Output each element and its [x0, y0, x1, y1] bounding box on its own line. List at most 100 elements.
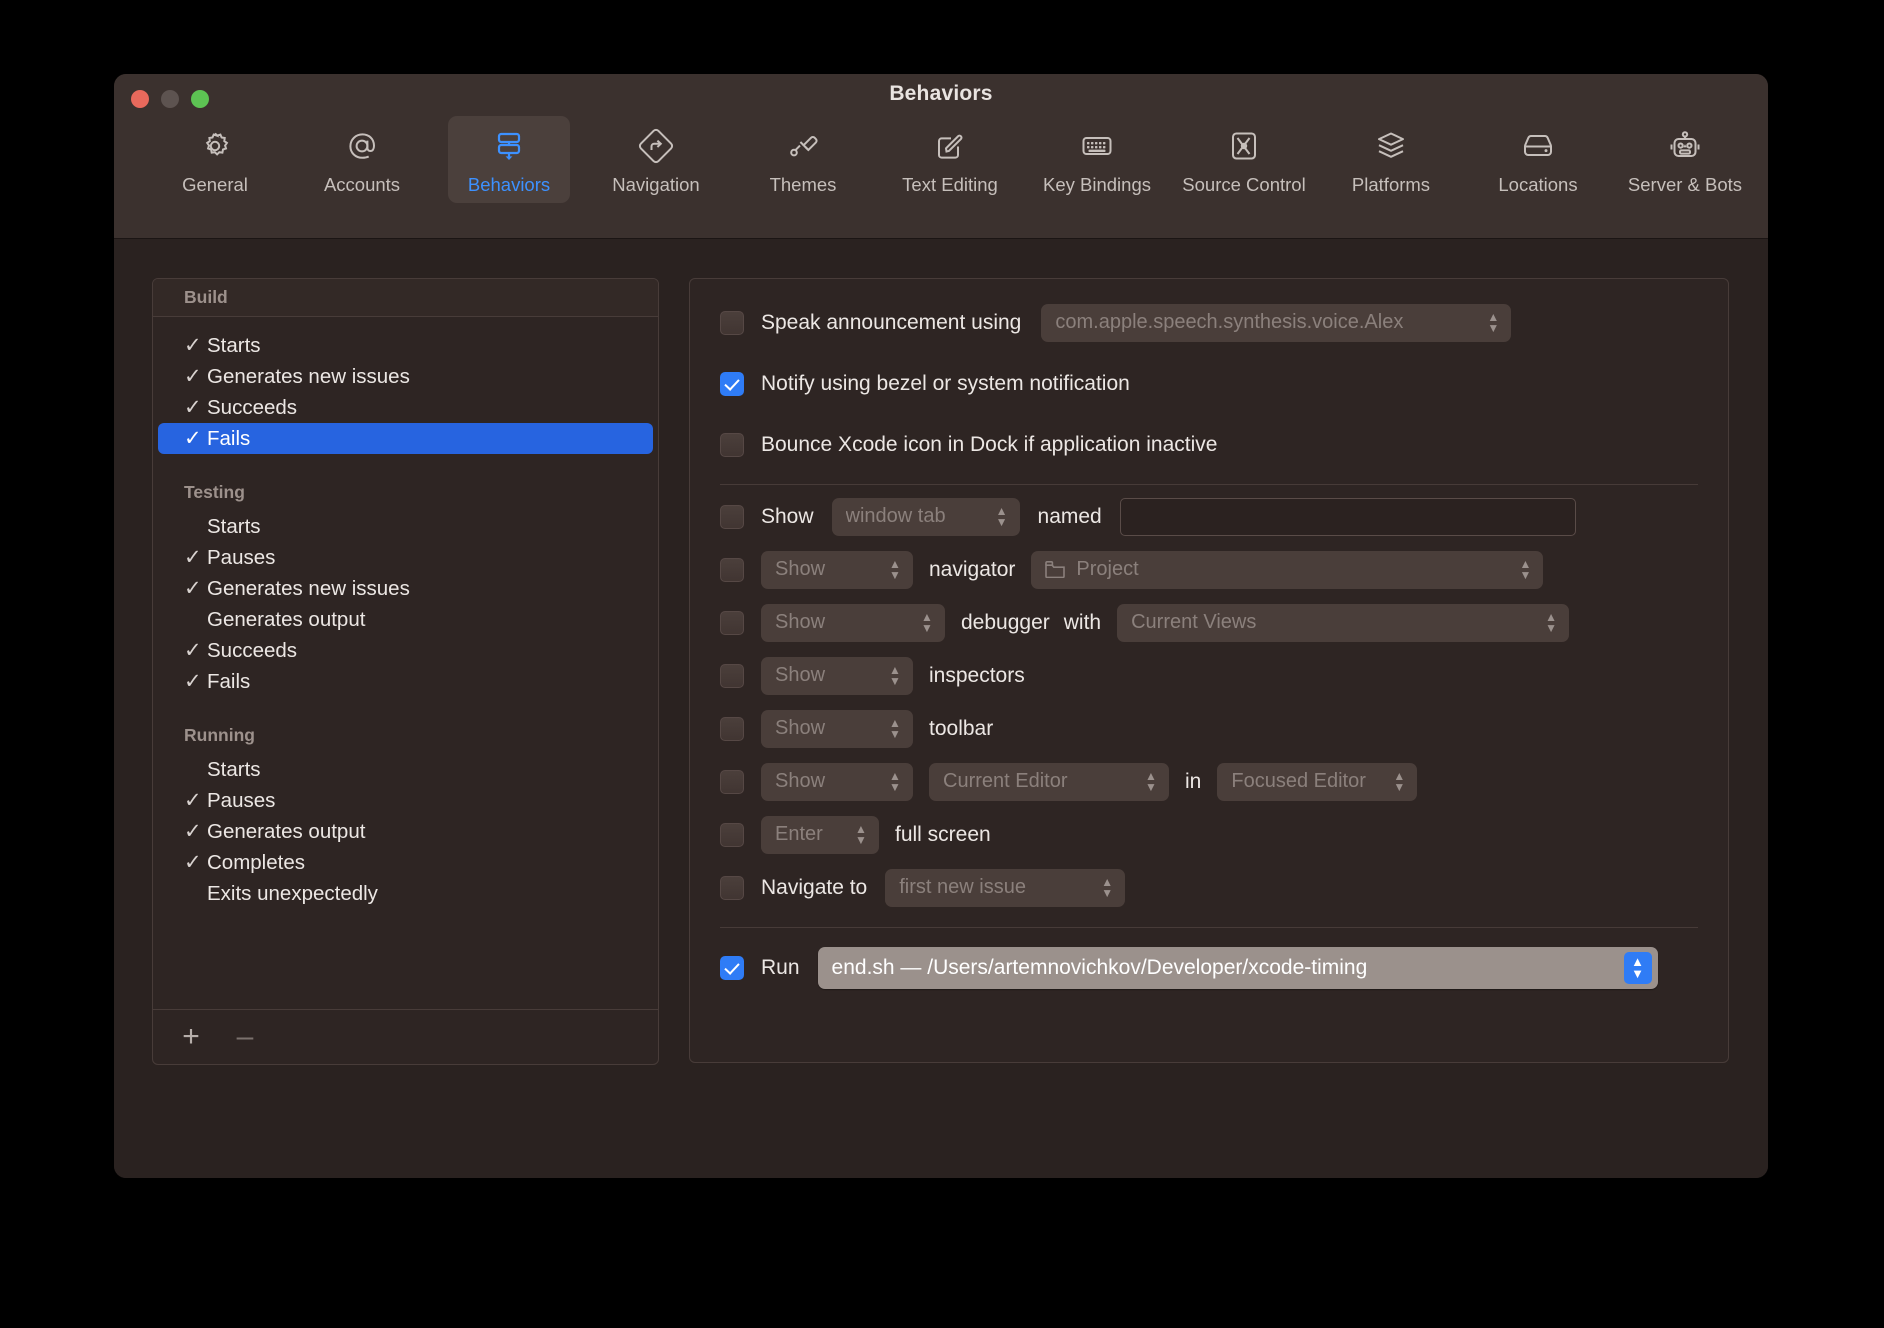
- window-tab-popup-value: window tab: [845, 505, 946, 527]
- chevron-updown-icon: ▲ ▼: [995, 503, 1008, 529]
- tab-label: Platforms: [1351, 174, 1431, 195]
- checkmark-icon: ✓: [184, 546, 202, 569]
- list-item[interactable]: ✓ Fails: [158, 666, 653, 697]
- chevron-updown-icon: ▲ ▼: [889, 715, 901, 741]
- preferences-window: Behaviors General Accounts Behaviors Nav…: [114, 74, 1768, 1178]
- navigator-label: navigator: [929, 557, 1016, 581]
- toolbar-label: toolbar: [929, 716, 994, 740]
- window-toolbar: Behaviors General Accounts Behaviors Nav…: [114, 74, 1768, 239]
- window-tab-popup[interactable]: window tab ▲ ▼: [831, 497, 1020, 536]
- debugger-action-popup[interactable]: Show ▲ ▼: [761, 603, 945, 642]
- list-item[interactable]: Exits unexpectedly: [158, 878, 653, 909]
- remove-behavior-button[interactable]: –: [225, 1017, 265, 1057]
- show-inspectors-checkbox[interactable]: [720, 663, 744, 688]
- run-script-popup[interactable]: end.sh — /Users/artemnovichkov/Developer…: [817, 946, 1658, 989]
- toolbar-action-value: Show: [775, 717, 826, 739]
- debugger-views-popup[interactable]: Current Views ▲ ▼: [1117, 603, 1570, 642]
- tab-themes[interactable]: Themes: [742, 116, 864, 203]
- list-item[interactable]: ✓ Pauses: [158, 542, 653, 573]
- notify-bezel-checkbox[interactable]: [720, 371, 744, 396]
- row-show-navigator: Show ▲ ▼ navigator Project ▲ ▼: [720, 548, 1698, 591]
- behaviors-list-scroll[interactable]: ✓ Starts ✓ Generates new issues ✓ Succee…: [153, 317, 658, 1009]
- list-item-label: Starts: [207, 514, 261, 538]
- tab-key-bindings[interactable]: Key Bindings: [1036, 116, 1158, 203]
- tab-locations[interactable]: Locations: [1477, 116, 1599, 203]
- editor-action-popup[interactable]: Show ▲ ▼: [761, 762, 913, 801]
- speak-announcement-label: Speak announcement using: [761, 310, 1022, 334]
- list-item-label: Generates output: [207, 607, 366, 631]
- hard-drive-icon: [1516, 125, 1560, 167]
- full-screen-checkbox[interactable]: [720, 822, 744, 847]
- list-item[interactable]: ✓ Succeeds: [158, 392, 653, 423]
- voice-popup-value: com.apple.speech.synthesis.voice.Alex: [1055, 311, 1404, 333]
- show-editor-checkbox[interactable]: [720, 769, 744, 794]
- checkmark-icon: ✓: [184, 396, 202, 419]
- add-behavior-button[interactable]: +: [171, 1017, 211, 1057]
- toolbar-action-popup[interactable]: Show ▲ ▼: [761, 709, 913, 748]
- list-item[interactable]: ✓ Starts: [158, 330, 653, 361]
- tab-general[interactable]: General: [154, 116, 276, 203]
- list-group-title-testing: Testing: [184, 482, 245, 502]
- tab-accounts[interactable]: Accounts: [301, 116, 423, 203]
- show-window-tab-checkbox[interactable]: [720, 504, 744, 529]
- tab-behaviors[interactable]: Behaviors: [448, 116, 570, 203]
- tab-platforms[interactable]: Platforms: [1330, 116, 1452, 203]
- notify-bezel-label: Notify using bezel or system notificatio…: [761, 371, 1130, 395]
- full-screen-action-popup[interactable]: Enter ▲ ▼: [761, 815, 879, 854]
- tab-text-editing[interactable]: Text Editing: [889, 116, 1011, 203]
- list-item-selected[interactable]: ✓ Fails: [158, 423, 653, 454]
- list-item[interactable]: ✓ Generates new issues: [158, 361, 653, 392]
- tab-label: Themes: [769, 174, 837, 195]
- list-item[interactable]: Generates output: [158, 604, 653, 635]
- bounce-dock-icon-checkbox[interactable]: [720, 432, 744, 457]
- list-item-label: Generates new issues: [207, 576, 410, 600]
- layers-icon: [1369, 125, 1413, 167]
- list-item[interactable]: Starts: [158, 754, 653, 785]
- editor-target-popup[interactable]: Focused Editor ▲ ▼: [1217, 762, 1418, 801]
- editor-which-popup[interactable]: Current Editor ▲ ▼: [929, 762, 1169, 801]
- list-item[interactable]: ✓ Generates new issues: [158, 573, 653, 604]
- tab-source-control[interactable]: Source Control: [1182, 116, 1306, 203]
- debugger-views-value: Current Views: [1131, 611, 1257, 633]
- show-navigator-checkbox[interactable]: [720, 557, 744, 582]
- inspectors-action-popup[interactable]: Show ▲ ▼: [761, 656, 913, 695]
- list-item-label: Pauses: [207, 788, 276, 812]
- behaviors-list-footer: + –: [153, 1009, 658, 1064]
- debugger-label: debugger: [961, 610, 1050, 634]
- row-show-toolbar: Show ▲ ▼ toolbar: [720, 707, 1698, 750]
- show-toolbar-checkbox[interactable]: [720, 716, 744, 741]
- list-item-label: Pauses: [207, 545, 276, 569]
- list-item[interactable]: ✓ Pauses: [158, 785, 653, 816]
- row-run-script: Run end.sh — /Users/artemnovichkov/Devel…: [720, 946, 1698, 989]
- behaviors-icon: [487, 125, 531, 167]
- window-tab-name-input[interactable]: [1119, 497, 1576, 536]
- chevron-updown-icon: ▲ ▼: [889, 662, 901, 688]
- chevron-updown-icon: ▲ ▼: [889, 768, 901, 794]
- list-item[interactable]: ✓ Succeeds: [158, 635, 653, 666]
- navigate-to-checkbox[interactable]: [720, 875, 744, 900]
- tab-server-and-bots[interactable]: Server & Bots: [1624, 116, 1746, 203]
- navigator-target-popup[interactable]: Project ▲ ▼: [1031, 550, 1544, 589]
- source-control-icon: [1222, 125, 1266, 167]
- inspectors-label: inspectors: [929, 663, 1025, 687]
- voice-popup[interactable]: com.apple.speech.synthesis.voice.Alex ▲ ▼: [1041, 303, 1512, 342]
- list-item-label: Starts: [207, 333, 261, 357]
- tab-label: Locations: [1498, 174, 1578, 195]
- list-item-label: Succeeds: [207, 395, 298, 419]
- speak-announcement-checkbox[interactable]: [720, 310, 744, 335]
- show-debugger-checkbox[interactable]: [720, 610, 744, 635]
- navigate-to-label: Navigate to: [761, 875, 868, 899]
- named-label: named: [1037, 504, 1102, 528]
- list-item[interactable]: ✓ Completes: [158, 847, 653, 878]
- folder-icon: [1045, 561, 1067, 578]
- navigator-action-popup[interactable]: Show ▲ ▼: [761, 550, 913, 589]
- list-item[interactable]: Starts: [158, 511, 653, 542]
- debugger-with-label: with: [1063, 610, 1102, 634]
- tab-navigation[interactable]: Navigation: [595, 116, 717, 203]
- list-item[interactable]: ✓ Generates output: [158, 816, 653, 847]
- bounce-dock-icon-label: Bounce Xcode icon in Dock if application…: [761, 432, 1218, 456]
- run-script-checkbox[interactable]: [720, 955, 744, 980]
- chevron-updown-icon: ▲ ▼: [1145, 768, 1157, 794]
- navigate-target-popup[interactable]: first new issue ▲ ▼: [885, 868, 1126, 907]
- full-screen-action-value: Enter: [775, 823, 823, 845]
